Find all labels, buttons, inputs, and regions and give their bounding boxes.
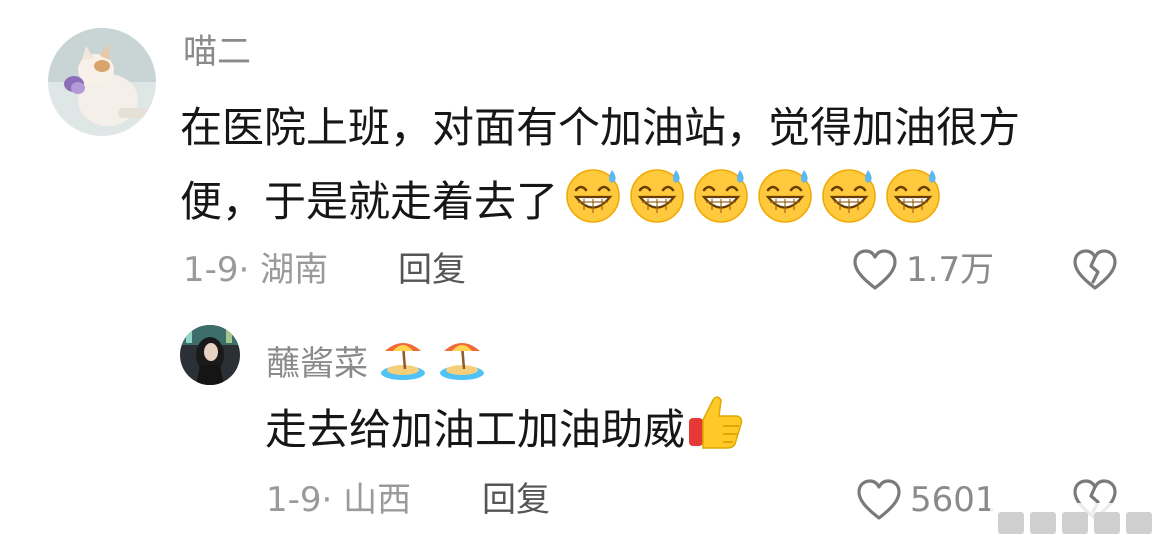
reply-button[interactable]: 回复 xyxy=(482,480,550,520)
girl-avatar-image xyxy=(180,325,240,385)
watermark-glyph xyxy=(998,512,1024,534)
reply-location: 山西 xyxy=(343,480,412,520)
heart-outline-icon xyxy=(853,249,897,290)
reply-date: 1-9 xyxy=(266,480,322,520)
comment-location: 湖南 xyxy=(260,250,329,290)
cat-avatar-image xyxy=(48,28,156,136)
heart-outline-icon xyxy=(857,479,901,520)
grinning-sweat-emoji xyxy=(628,166,686,246)
like-button[interactable]: 5601 xyxy=(856,478,997,522)
watermark xyxy=(990,503,1160,543)
avatar-girl[interactable] xyxy=(180,325,240,385)
comment-date: 1-9 xyxy=(183,250,239,290)
watermark-glyph xyxy=(1030,512,1056,534)
grinning-sweat-emoji xyxy=(692,166,750,246)
grinning-sweat-emoji xyxy=(756,166,814,246)
comment-meta: 1-9· 湖南 xyxy=(183,250,328,290)
reply-username[interactable]: 蘸酱菜 xyxy=(266,344,368,384)
dislike-button[interactable] xyxy=(1072,248,1118,296)
comment-text-line-2-wrapper: 便，于是就走着去了 xyxy=(180,166,942,246)
like-count: 5601 xyxy=(910,480,997,520)
like-button[interactable]: 1.7万 xyxy=(852,248,994,292)
grinning-sweat-emoji xyxy=(820,166,878,246)
watermark-glyph xyxy=(1094,512,1120,534)
comment-1: 喵二 在医院上班，对面有个加油站，觉得加油很方 便，于是就走着去了 1-9· 湖… xyxy=(0,0,1170,300)
thumbs-up-emoji xyxy=(685,392,745,474)
comment-text-line-2: 便，于是就走着去了 xyxy=(180,177,559,226)
comment-text-line-1: 在医院上班，对面有个加油站，觉得加油很方 xyxy=(180,103,1021,152)
reply-button[interactable]: 回复 xyxy=(398,250,466,290)
watermark-glyph xyxy=(1126,512,1152,534)
username[interactable]: 喵二 xyxy=(183,32,251,72)
desert-island-emoji-2 xyxy=(438,335,486,392)
like-count: 1.7万 xyxy=(906,250,995,290)
reply-text-content: 走去给加油工加油助威 xyxy=(265,405,686,454)
broken-heart-icon xyxy=(1073,249,1117,290)
desert-island-emoji xyxy=(379,335,427,392)
username: 蘸酱菜 xyxy=(266,335,486,392)
reply-meta: 1-9· 山西 xyxy=(266,480,411,520)
avatar-cat[interactable] xyxy=(48,28,156,136)
grinning-sweat-emoji xyxy=(884,166,942,246)
reply-text: 走去给加油工加油助威 xyxy=(265,392,745,474)
emoji-row xyxy=(558,169,942,226)
meta-separator: · xyxy=(321,480,333,520)
watermark-glyph xyxy=(1062,512,1088,534)
grinning-sweat-emoji xyxy=(564,166,622,246)
meta-separator: · xyxy=(238,250,250,290)
